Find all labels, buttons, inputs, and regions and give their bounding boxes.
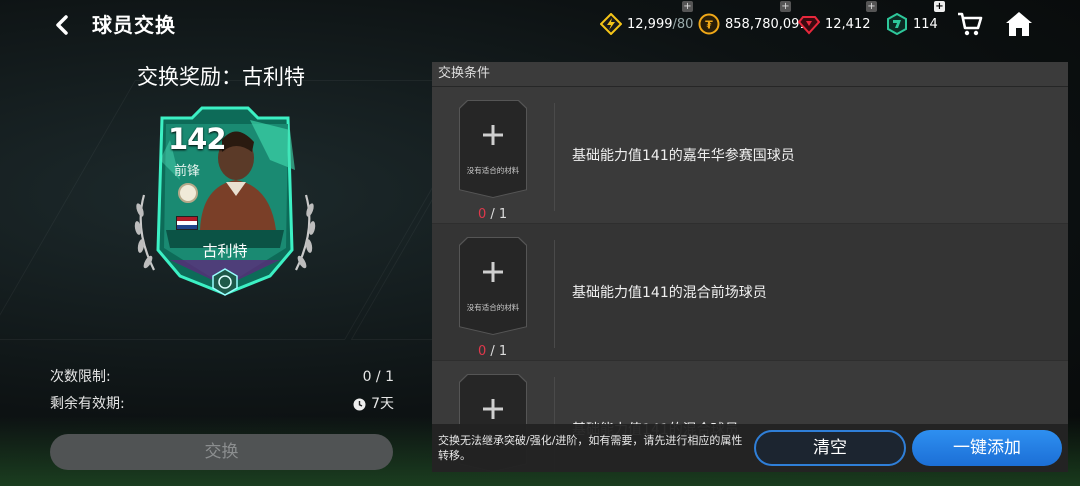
condition-row: 没有适合的材料 0 / 1 基础能力值141的混合前场球员	[432, 224, 1068, 361]
material-slot[interactable]: 没有适合的材料	[460, 101, 526, 197]
card-emblem-icon	[212, 268, 238, 296]
clear-button[interactable]: 清空	[754, 430, 906, 466]
tokens-value: 114	[913, 16, 938, 32]
chevron-left-icon	[56, 15, 68, 35]
slot-count: 0 / 1	[478, 207, 507, 222]
no-material-text: 没有适合的材料	[466, 303, 520, 312]
condition-text: 基础能力值141的嘉年华参赛国球员	[572, 148, 795, 164]
add-coins-icon[interactable]: +	[780, 1, 791, 12]
gem-icon	[798, 16, 820, 35]
back-button[interactable]	[48, 10, 76, 40]
row-divider	[554, 103, 555, 211]
card-player-name: 古利特	[202, 242, 248, 260]
exchange-button[interactable]: 交换	[50, 434, 393, 470]
slot-count-required: / 1	[486, 344, 508, 359]
no-material-text: 没有适合的材料	[466, 166, 520, 175]
exchange-limit-row: 次数限制: 0 / 1	[50, 366, 394, 388]
svg-text:₮: ₮	[705, 19, 713, 32]
conditions-panel: 交换条件 没有适合的材料 0 / 1 基础能力值141的嘉年华参赛国球员 没有适…	[432, 62, 1068, 472]
clock-icon	[353, 398, 366, 410]
expiry-label: 剩余有效期:	[50, 396, 125, 412]
home-icon	[1006, 12, 1032, 36]
expiry-row: 剩余有效期: 7天	[50, 393, 394, 415]
coins-counter[interactable]: ₮ 858,780,091 +	[698, 1, 808, 36]
plus-icon	[483, 399, 503, 419]
coins-value: 858,780,091	[725, 16, 808, 32]
slot-count: 0 / 1	[478, 344, 507, 359]
conditions-footer: 交换无法继承突破/强化/进阶，如有需要，请先进行相应的属性转移。 清空 一键添加	[432, 424, 1068, 472]
page-title: 球员交换	[92, 13, 176, 37]
lightning-icon	[600, 13, 622, 35]
exchange-note: 交换无法继承突破/强化/进阶，如有需要，请先进行相应的属性转移。	[438, 434, 743, 462]
conditions-header: 交换条件	[432, 62, 1068, 86]
expiry-value-wrap: 7天	[353, 393, 394, 415]
add-tokens-icon[interactable]: +	[934, 1, 945, 12]
stamina-value: 12,999	[627, 16, 673, 32]
auto-add-button[interactable]: 一键添加	[912, 430, 1062, 466]
add-gems-icon[interactable]: +	[866, 1, 877, 12]
token-icon	[887, 13, 907, 35]
condition-text: 基础能力值141的混合前场球员	[572, 285, 767, 301]
coin-icon: ₮	[698, 13, 720, 35]
plus-icon	[483, 262, 503, 282]
player-card[interactable]: 142 前锋 古利特	[130, 100, 320, 305]
stamina-counter[interactable]: 12,999/80 +	[600, 1, 694, 36]
cart-icon	[958, 12, 983, 36]
slot-count-required: / 1	[486, 207, 508, 222]
icon-badge	[178, 183, 198, 203]
expiry-value: 7天	[371, 396, 394, 412]
home-button[interactable]	[1004, 9, 1034, 39]
top-bar: 球员交换 12,999/80 + ₮ 858,780,091 + 12,412 …	[0, 0, 1080, 50]
add-stamina-icon[interactable]: +	[682, 1, 693, 12]
condition-row: 没有适合的材料 0 / 1 基础能力值141的嘉年华参赛国球员	[432, 87, 1068, 224]
limit-label: 次数限制:	[50, 369, 111, 385]
netherlands-flag-icon	[176, 216, 198, 230]
stamina-max: /80	[672, 16, 694, 32]
conditions-list[interactable]: 没有适合的材料 0 / 1 基础能力值141的嘉年华参赛国球员 没有适合的材料 …	[432, 87, 1068, 472]
material-slot[interactable]: 没有适合的材料	[460, 238, 526, 334]
tokens-counter[interactable]: 114 +	[886, 1, 945, 36]
gems-counter[interactable]: 12,412 +	[798, 1, 877, 36]
gems-value: 12,412	[825, 16, 871, 32]
card-rating: 142	[168, 122, 227, 156]
card-position: 前锋	[174, 164, 201, 179]
shop-cart-button[interactable]	[956, 10, 984, 38]
limit-value: 0 / 1	[362, 369, 394, 385]
reward-title: 交换奖励：古利特	[137, 65, 305, 89]
plus-icon	[483, 125, 503, 145]
row-divider	[554, 240, 555, 348]
